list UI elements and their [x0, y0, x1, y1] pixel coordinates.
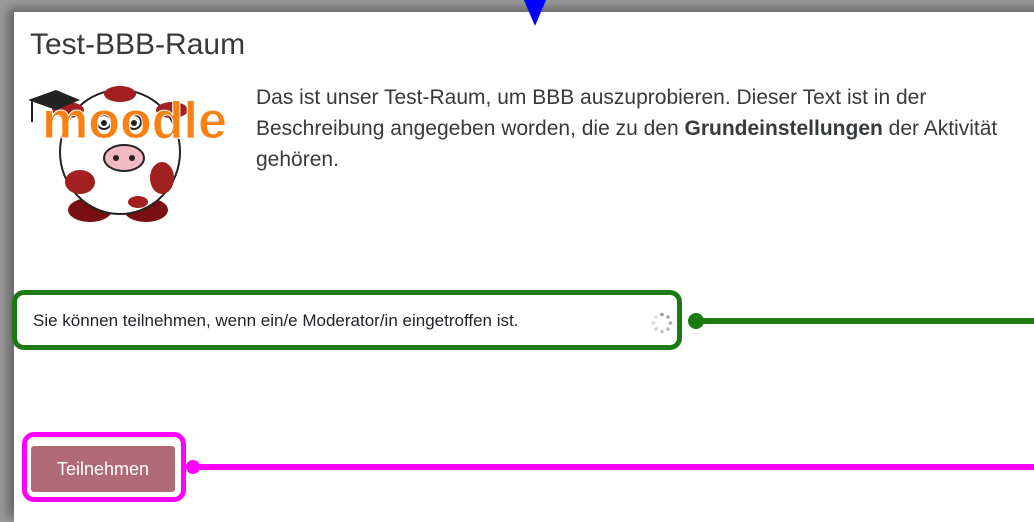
loading-spinner-icon — [651, 312, 673, 334]
green-callout-line — [700, 318, 1034, 324]
blue-arrow-icon — [524, 0, 546, 26]
status-callout: Sie können teilnehmen, wenn ein/e Modera… — [12, 290, 682, 350]
join-button[interactable]: Teilnehmen — [31, 446, 175, 492]
description: Das ist unser Test-Raum, um BBB auszupro… — [256, 82, 1026, 175]
description-bold: Grundeinstellungen — [684, 117, 883, 140]
svg-text:moodle: moodle — [42, 92, 227, 150]
page-title: Test-BBB-Raum — [30, 28, 246, 61]
magenta-callout-line — [196, 464, 1034, 470]
status-message: Sie können teilnehmen, wenn ein/e Modera… — [33, 311, 519, 330]
moodle-cow-logo: moodle — [28, 86, 227, 222]
